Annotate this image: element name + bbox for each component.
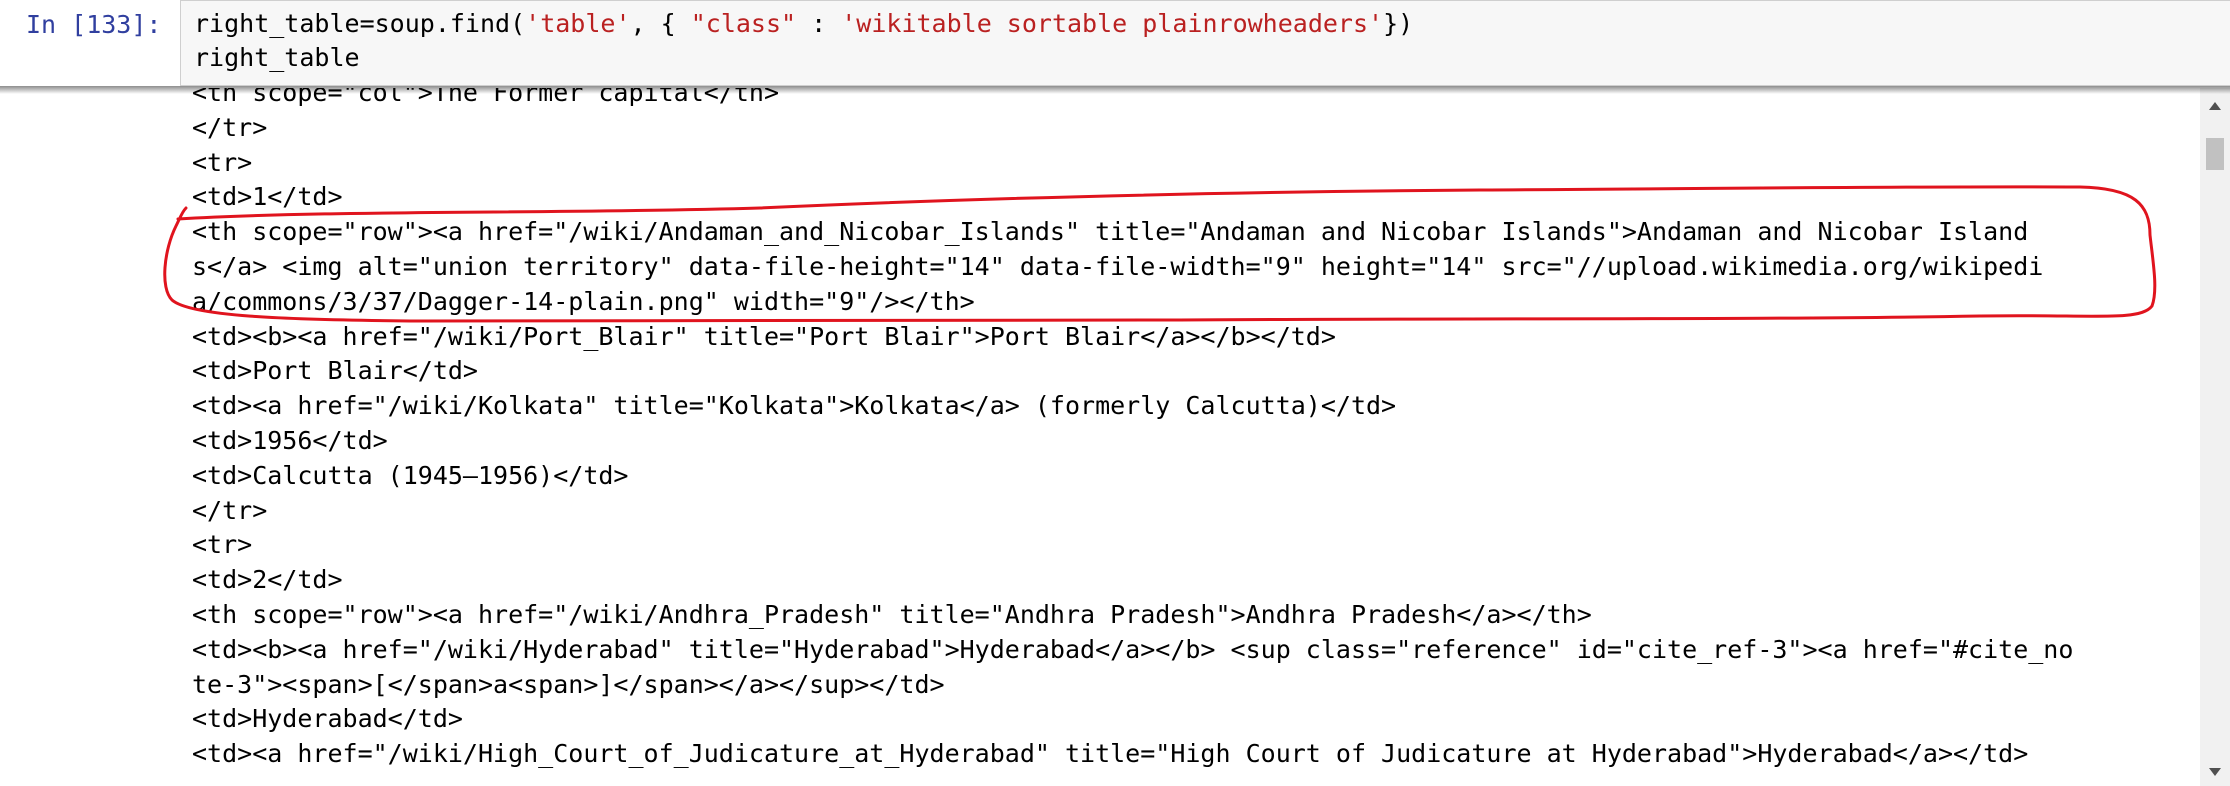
- output-line: <tr>: [192, 147, 253, 177]
- code-string-token: 'table': [525, 9, 631, 38]
- output-text: <th scope="col">The Former capital</th> …: [192, 88, 2073, 772]
- output-line: <td><b><a href="/wiki/Port_Blair" title=…: [192, 321, 1336, 351]
- code-string-token: "class": [690, 9, 797, 38]
- output-line: <tr>: [192, 530, 253, 560]
- output-line: </tr>: [192, 112, 268, 142]
- code-line-2: right_table: [194, 43, 360, 72]
- output-area[interactable]: <th scope="col">The Former capital</th> …: [0, 88, 2230, 786]
- output-line: <td><a href="/wiki/High_Court_of_Judicat…: [192, 739, 2029, 769]
- input-prompt: In [133]:: [26, 10, 162, 39]
- scroll-up-arrow-icon[interactable]: [2200, 92, 2230, 120]
- output-line: <td><b><a href="/wiki/Hyderabad" title="…: [192, 634, 2074, 664]
- output-line: te-3"><span>[</span>a<span>]</span></a><…: [192, 669, 945, 699]
- code-string-token: 'wikitable sortable plainrowheaders': [841, 9, 1384, 38]
- output-scroll-shadow: [0, 86, 2230, 94]
- code-token: }): [1383, 9, 1414, 38]
- output-line: <td>1</td>: [192, 182, 343, 212]
- code-token: , {: [630, 9, 691, 38]
- output-scrollbar[interactable]: [2200, 88, 2230, 786]
- scrollbar-thumb[interactable]: [2206, 138, 2224, 170]
- output-line: <td>2</td>: [192, 565, 343, 595]
- output-line: <td>Port Blair</td>: [192, 356, 478, 386]
- scroll-down-arrow-icon[interactable]: [2200, 758, 2230, 786]
- output-line: a/commons/3/37/Dagger-14-plain.png" widt…: [192, 286, 975, 316]
- output-line: <td>Calcutta (1945–1956)</td>: [192, 460, 629, 490]
- output-line: <td>Hyderabad</td>: [192, 704, 463, 734]
- input-area: In [133]: right_table=soup.find('table',…: [0, 0, 2230, 88]
- output-line: <td>1956</td>: [192, 425, 388, 455]
- code-cell-editor[interactable]: right_table=soup.find('table', { "class"…: [180, 0, 2230, 86]
- output-line: <td><a href="/wiki/Kolkata" title="Kolka…: [192, 391, 1397, 421]
- code-token: right_table=soup.find(: [194, 9, 526, 38]
- output-line: <th scope="row"><a href="/wiki/Andhra_Pr…: [192, 599, 1592, 629]
- output-line: <th scope="row"><a href="/wiki/Andaman_a…: [192, 217, 2029, 247]
- code-line-1: right_table=soup.find('table', { "class"…: [194, 7, 1413, 41]
- output-line: </tr>: [192, 495, 268, 525]
- output-line: s</a> <img alt="union territory" data-fi…: [192, 251, 2044, 281]
- code-token: :: [796, 9, 842, 38]
